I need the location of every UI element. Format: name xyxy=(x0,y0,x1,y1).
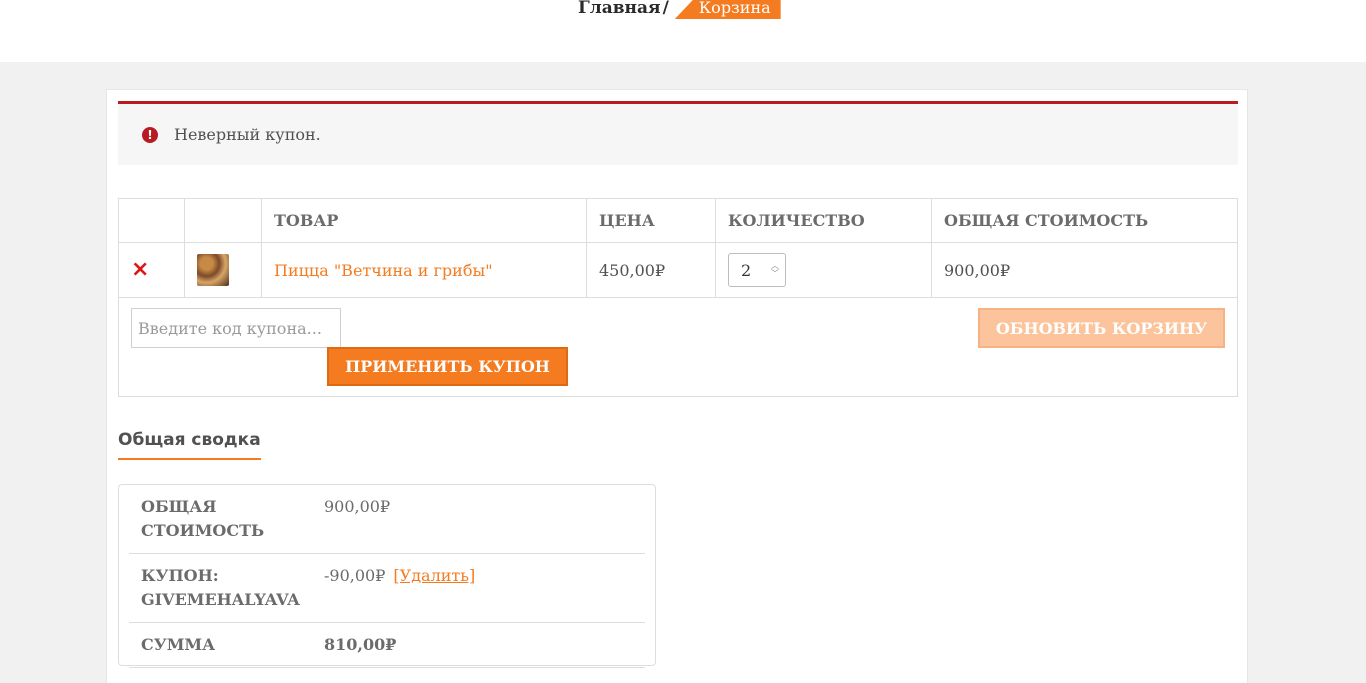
quantity-cell: 2 ︿ ﹀ xyxy=(715,242,932,298)
header-subtotal: Общая стоимость xyxy=(931,198,1238,243)
remove-cell: × xyxy=(118,242,185,298)
top-header: Главная / Корзина xyxy=(0,0,1366,62)
price-cell: 450,00₽ xyxy=(586,242,716,298)
cart-actions-row: Применить купон Обновить корзину xyxy=(118,297,1238,397)
header-quantity: Количество xyxy=(715,198,932,243)
quantity-value[interactable]: 2 xyxy=(741,261,751,280)
total-label: Сумма xyxy=(141,635,216,654)
product-link[interactable]: Пицца "Ветчина и грибы" xyxy=(274,261,493,280)
product-cell: Пицца "Ветчина и грибы" xyxy=(261,242,587,298)
subtotal-value: 900,00₽ xyxy=(324,497,391,516)
remove-item-icon[interactable]: × xyxy=(131,257,149,282)
cart-totals: Общая стоимость 900,00₽ Купон: givemehal… xyxy=(118,484,656,668)
breadcrumb-home[interactable]: Главная xyxy=(578,0,661,17)
coupon-label: Купон: givemehalyava xyxy=(141,566,300,609)
totals-subtotal-row: Общая стоимость 900,00₽ xyxy=(129,485,645,554)
remove-coupon-link[interactable]: [Удалить] xyxy=(393,566,475,585)
cart-table: Товар Цена Количество Общая стоимость × … xyxy=(118,198,1238,397)
coupon-value: -90,00₽ xyxy=(324,566,386,585)
coupon-discount: -90,00₽ [Удалить] xyxy=(324,564,475,612)
apply-coupon-button[interactable]: Применить купон xyxy=(327,347,568,386)
pizza-thumbnail[interactable] xyxy=(197,254,229,286)
header-product: Товар xyxy=(261,198,587,243)
table-row: × Пицца "Ветчина и грибы" 450,00₽ 2 ︿ ﹀ 9… xyxy=(118,242,1238,298)
total-value: 810,00₽ xyxy=(324,635,397,654)
totals-coupon-row: Купон: givemehalyava -90,00₽ [Удалить] xyxy=(129,554,645,623)
breadcrumb-current: Корзина xyxy=(674,0,781,19)
cart-header-row: Товар Цена Количество Общая стоимость xyxy=(118,198,1238,243)
spinner-arrows-icon[interactable]: ︿ ﹀ xyxy=(771,262,779,278)
error-icon: ! xyxy=(142,126,158,143)
header-price: Цена xyxy=(586,198,716,243)
header-remove xyxy=(118,198,185,243)
breadcrumb-separator: / xyxy=(662,0,669,18)
subtotal-cell: 900,00₽ xyxy=(931,242,1238,298)
quantity-stepper[interactable]: 2 ︿ ﹀ xyxy=(728,253,786,287)
summary-title: Общая сводка xyxy=(118,430,261,460)
error-notice: ! Неверный купон. xyxy=(118,101,1238,165)
totals-total-row: Сумма 810,00₽ xyxy=(129,623,645,668)
coupon-code-input[interactable] xyxy=(131,308,341,348)
update-cart-button[interactable]: Обновить корзину xyxy=(978,308,1225,348)
thumbnail-cell xyxy=(184,242,262,298)
header-thumbnail xyxy=(184,198,262,243)
subtotal-label: Общая стоимость xyxy=(141,497,265,540)
cart-panel: ! Неверный купон. Товар Цена Количество … xyxy=(106,89,1248,683)
error-notice-text: Неверный купон. xyxy=(174,125,321,144)
cart-actions: Применить купон Обновить корзину xyxy=(118,297,1238,397)
breadcrumb: Главная / Корзина xyxy=(578,0,781,19)
